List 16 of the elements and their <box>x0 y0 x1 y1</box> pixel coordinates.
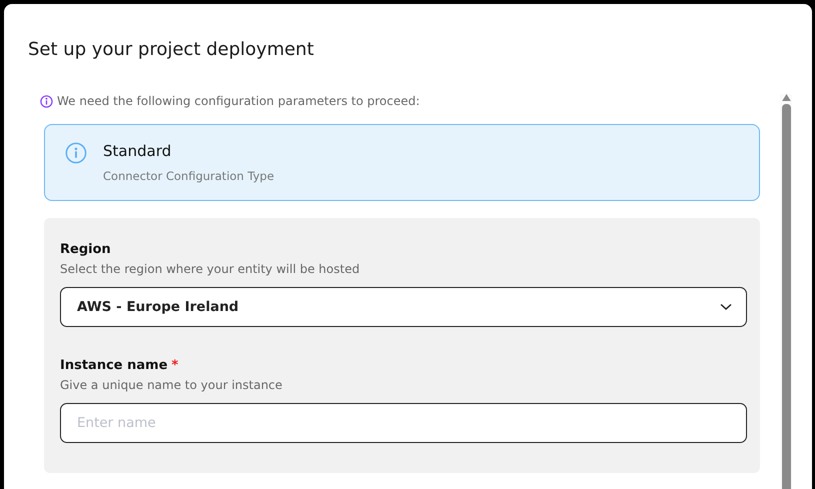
scrollbar[interactable] <box>780 94 792 489</box>
info-icon <box>65 142 87 164</box>
field-help: Give a unique name to your instance <box>60 378 284 392</box>
required-mark: * <box>172 358 178 373</box>
card-title: Standard <box>103 142 172 160</box>
chevron-down-icon <box>720 303 732 311</box>
input-field[interactable]: Enter name <box>60 403 747 443</box>
dialog-title: Set up your project deployment <box>27 38 315 62</box>
notice-text: We need the following configuration parameters to proceed: <box>57 94 420 108</box>
field-label: Region <box>60 242 111 257</box>
scroll-up-icon[interactable] <box>782 94 790 101</box>
field-help: Select the region where your entity will be hosted <box>60 262 361 276</box>
region-dropdown[interactable]: AWS - Europe Ireland <box>60 287 747 327</box>
field-label: Instance name <box>60 358 168 373</box>
card-subtitle: Connector Configuration Type <box>103 169 274 183</box>
info-icon <box>40 94 53 108</box>
